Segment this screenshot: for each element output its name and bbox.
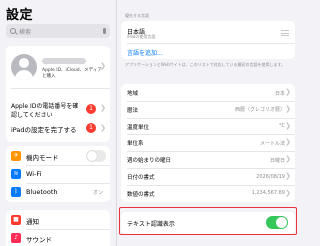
divider	[127, 43, 295, 44]
search-field[interactable]: 検索	[6, 24, 110, 38]
chevron-right-icon: ❯	[285, 188, 291, 197]
region-row-label: 地域	[127, 91, 139, 97]
bluetooth-status: オン	[92, 190, 103, 196]
notification-badge: 1	[86, 123, 96, 133]
region-row[interactable]: 数値の書式 1,234,567.89 ❯	[121, 185, 295, 202]
language-native-name: iPadの使用言語	[127, 34, 156, 39]
region-row[interactable]: 単位系 メートル法 ❯	[121, 134, 295, 151]
region-settings-card: 地域 日本 ❯ 暦法 西暦（グレゴリオ暦） ❯ 温度単位 °C ❯ 単位系 メートル法 ❯ 週の始まりの…	[121, 84, 295, 202]
sidebar-item-label: 機内モード	[26, 154, 59, 162]
notifications-group: ■ 通知 ♪ サウンド	[6, 210, 110, 246]
chevron-right-icon: ❯	[100, 124, 106, 132]
divider	[11, 88, 110, 89]
notification-badge: 1	[86, 104, 96, 114]
languages-footnote: アプリケーションとWebサイトは、このリストで対応している最初の言語を使用します…	[125, 62, 286, 67]
region-row-label: 日付の書式	[127, 175, 155, 181]
sidebar-item-wifi[interactable]: ≋ Wi-Fi	[6, 165, 110, 183]
sidebar-item-notifications[interactable]: ■ 通知	[6, 211, 110, 229]
region-row[interactable]: 温度単位 °C ❯	[121, 118, 295, 135]
region-row-value: 西暦（グレゴリオ暦）	[234, 107, 285, 114]
preferred-languages-header: 優先する言語	[125, 13, 149, 18]
region-row-value: メートル法	[259, 140, 285, 147]
region-row-label: 数値の書式	[127, 191, 155, 198]
finish-setup-item[interactable]: iPadの設定を完了する 1 ❯	[6, 118, 110, 138]
chevron-right-icon: ❯	[100, 62, 106, 70]
sidebar-item-label: 通知	[26, 218, 39, 226]
region-row-label: 温度単位	[127, 124, 150, 131]
region-row[interactable]: 週の始まりの曜日 日曜日 ❯	[121, 151, 295, 168]
chevron-right-icon: ❯	[285, 88, 291, 96]
profile-subtitle: Apple ID、iCloud、メディアと購入	[42, 68, 102, 79]
region-row[interactable]: 日付の書式 2026/08/19 ❯	[121, 168, 295, 185]
region-row-label: 単位系	[127, 141, 144, 148]
sidebar-item-label: Wi-Fi	[26, 170, 42, 178]
region-row-value: °C	[279, 123, 285, 130]
airplane-mode-toggle[interactable]	[86, 150, 106, 162]
wifi-icon: ≋	[11, 169, 21, 179]
chevron-right-icon: ❯	[100, 104, 106, 112]
languages-card: 日本語 iPadの使用言語 言語を追加...	[121, 21, 295, 59]
sidebar-item-label: Bluetooth	[26, 188, 58, 196]
avatar[interactable]	[11, 54, 37, 80]
region-row-value: 2026/08/19	[256, 173, 285, 180]
language-region-pane: 優先する言語 日本語 iPadの使用言語 言語を追加... アプリケーションとW…	[117, 0, 300, 246]
live-text-row[interactable]: テキスト認識表示	[121, 212, 295, 234]
chevron-right-icon: ❯	[285, 172, 291, 180]
search-input[interactable]: 検索	[19, 27, 103, 36]
network-group: ✈ 機内モード ≋ Wi-Fi ᛒ Bluetooth オン	[6, 146, 110, 202]
chevron-right-icon: ❯	[285, 104, 291, 113]
microphone-icon[interactable]	[103, 28, 106, 34]
reorder-handle-icon[interactable]	[281, 30, 289, 38]
region-row[interactable]: 暦法 西暦（グレゴリオ暦） ❯	[121, 101, 295, 118]
chevron-right-icon: ❯	[285, 155, 291, 164]
region-row[interactable]: 地域 日本 ❯	[121, 84, 295, 101]
live-text-toggle[interactable]	[266, 216, 288, 229]
bluetooth-icon: ᛒ	[11, 187, 21, 197]
account-name-redacted	[42, 58, 86, 64]
chevron-right-icon: ❯	[285, 138, 291, 147]
sidebar-item-sounds[interactable]: ♪ サウンド	[6, 229, 110, 246]
notification-icon: ■	[11, 215, 21, 225]
sidebar-item-bluetooth[interactable]: ᛒ Bluetooth オン	[6, 183, 110, 201]
region-row-label: 週の始まりの曜日	[127, 158, 172, 165]
sidebar: 設定 検索 Apple ID、iCloud、メディアと購入 ❯ Apple ID…	[0, 0, 116, 246]
region-row-value: 1,234,567.89	[251, 190, 285, 197]
finish-setup-label: iPadの設定を完了する	[11, 126, 77, 134]
sidebar-title: 設定	[6, 8, 34, 23]
region-row-value: 日曜日	[269, 157, 285, 164]
region-row-value: 日本	[274, 90, 285, 97]
chevron-right-icon: ❯	[285, 121, 291, 130]
add-language-button[interactable]: 言語を追加...	[127, 48, 163, 57]
sidebar-item-airplane-mode[interactable]: ✈ 機内モード	[6, 147, 110, 165]
search-icon	[10, 28, 16, 34]
live-text-label: テキスト認識表示	[127, 221, 175, 228]
sidebar-item-label: サウンド	[26, 236, 52, 244]
region-row-label: 暦法	[127, 107, 139, 114]
sound-icon: ♪	[11, 233, 21, 243]
live-text-footnote	[125, 238, 295, 242]
airplane-icon: ✈	[11, 151, 21, 161]
